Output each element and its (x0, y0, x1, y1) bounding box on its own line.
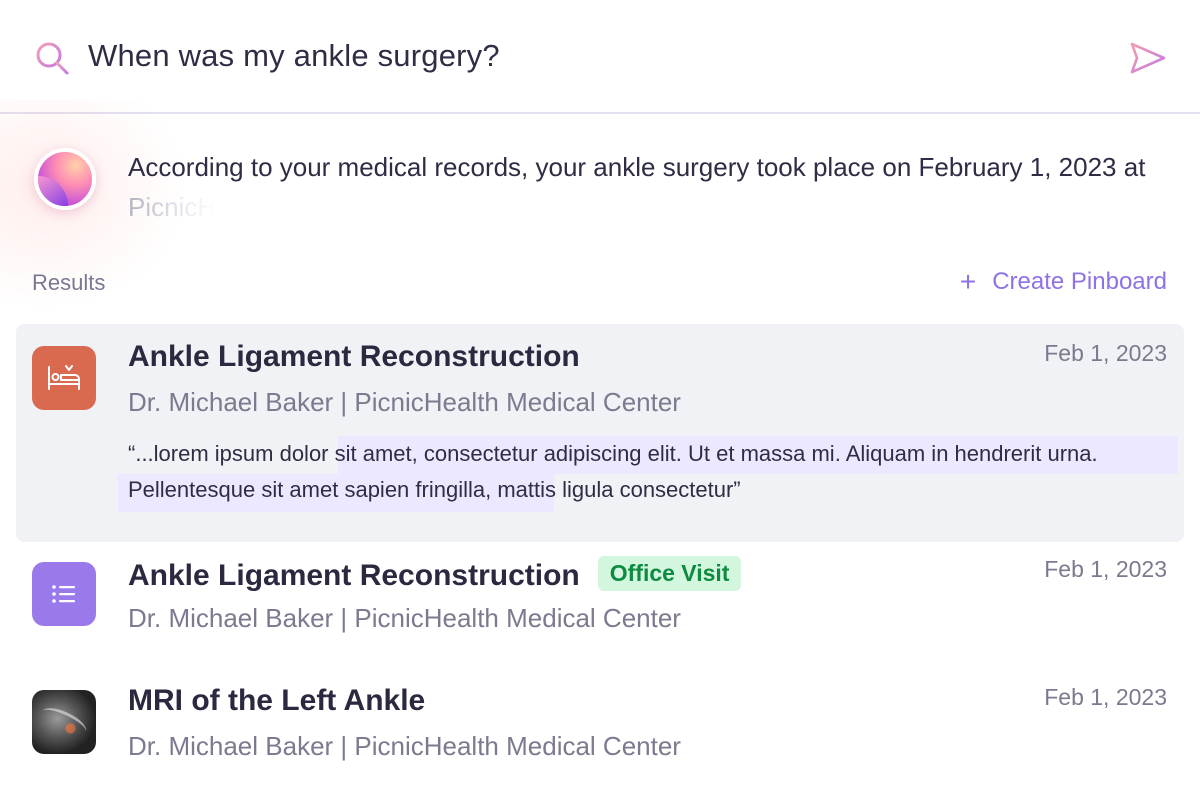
office-visit-badge: Office Visit (597, 556, 742, 591)
ai-answer-text: According to your medical records, your … (128, 152, 1146, 182)
result-subtitle: Dr. Michael Baker | PicnicHealth Medical… (128, 731, 681, 761)
result-title: MRI of the Left Ankle (128, 684, 426, 717)
result-date: Feb 1, 2023 (1044, 684, 1167, 710)
results-label: Results (32, 270, 106, 295)
hospital-bed-icon (32, 346, 96, 410)
search-input[interactable]: When was my ankle surgery? (88, 38, 500, 74)
result-card[interactable]: Ankle Ligament Reconstruction Dr. Michae… (16, 324, 1184, 542)
result-card[interactable]: Ankle Ligament Reconstruction Office Visi… (16, 542, 1184, 668)
result-card[interactable]: MRI of the Left Ankle Dr. Michael Baker … (16, 670, 1184, 796)
search-results-page: When was my ankle surgery? According to … (0, 0, 1200, 800)
list-icon (32, 562, 96, 626)
mri-thumbnail (32, 690, 96, 754)
create-pinboard-button[interactable]: + Create Pinboard (960, 268, 1167, 296)
search-icon (36, 42, 69, 75)
create-pinboard-label: Create Pinboard (992, 268, 1167, 295)
result-date: Feb 1, 2023 (1044, 340, 1167, 366)
result-date: Feb 1, 2023 (1044, 556, 1167, 582)
result-title-row: Ankle Ligament Reconstruction Office Visi… (128, 556, 742, 593)
ai-answer-fading-text: PicnicH (128, 192, 217, 222)
search-bar: When was my ankle surgery? (0, 0, 1200, 114)
ai-avatar-icon (34, 148, 96, 210)
result-snippet: “...lorem ipsum dolor sit amet, consecte… (128, 441, 1098, 502)
send-icon[interactable] (1128, 40, 1168, 76)
ai-answer: According to your medical records, your … (128, 147, 1168, 227)
plus-icon: + (959, 266, 977, 297)
result-subtitle: Dr. Michael Baker | PicnicHealth Medical… (128, 387, 681, 417)
result-title: Ankle Ligament Reconstruction (128, 340, 580, 373)
result-title: Ankle Ligament Reconstruction (128, 559, 580, 592)
result-subtitle: Dr. Michael Baker | PicnicHealth Medical… (128, 603, 681, 633)
